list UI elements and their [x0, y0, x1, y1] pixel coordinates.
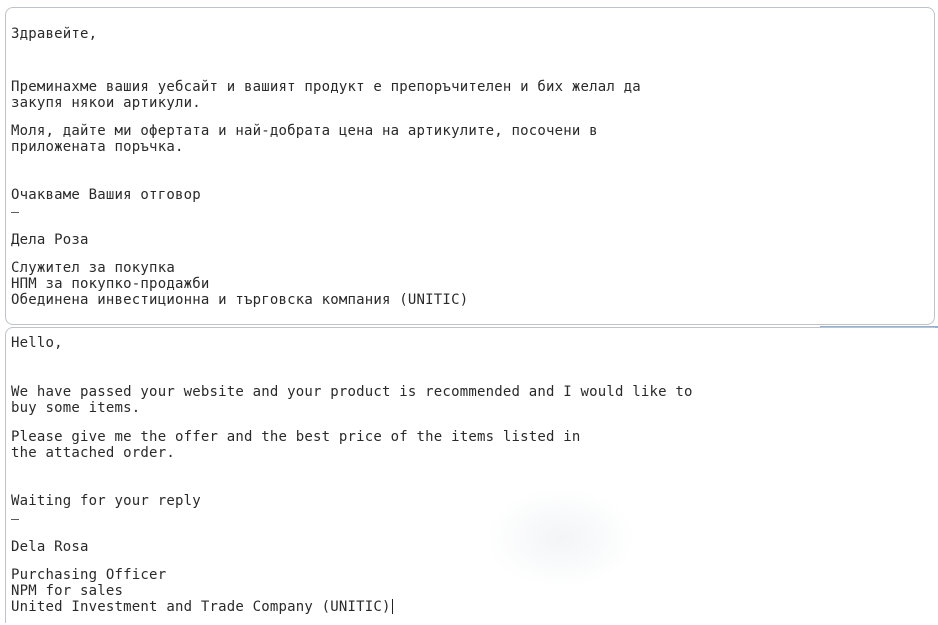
paragraph-2-line-1: Please give me the offer and the best pr…	[11, 429, 581, 445]
bulgarian-message-pane[interactable]: Здравейте, Преминахме вашия уебсайт и ва…	[5, 7, 935, 325]
paragraph-2-line-2: the attached order.	[11, 445, 175, 461]
sender-name: Dela Rosa	[11, 539, 89, 555]
english-message-pane[interactable]: Hello, We have passed your website and y…	[5, 327, 935, 623]
paragraph-1-line-2: buy some items.	[11, 400, 141, 416]
sender-company: Обединена инвестиционна и търговска комп…	[11, 292, 469, 308]
paragraph-1-line-1: Преминахме вашия уебсайт и вашият продук…	[11, 79, 641, 95]
text-cursor	[391, 599, 393, 614]
sender-company: United Investment and Trade Company (UNI…	[11, 599, 391, 615]
closing-text: Waiting for your reply	[11, 493, 201, 509]
greeting-text: Hello,	[11, 335, 63, 351]
sender-department: НПМ за покупко-продажби	[11, 276, 210, 292]
sender-company-line: United Investment and Trade Company (UNI…	[11, 599, 393, 615]
sender-department: NPM for sales	[11, 583, 124, 599]
paragraph-1-line-2: закупя някои артикули.	[11, 95, 201, 111]
paragraph-2-line-1: Моля, дайте ми офертата и най-добрата це…	[11, 123, 598, 139]
sender-title: Служител за покупка	[11, 260, 175, 276]
paragraph-1-line-1: We have passed your website and your pro…	[11, 384, 693, 400]
sender-name: Дела Роза	[11, 232, 89, 248]
closing-text: Очакваме Вашия отговор	[11, 187, 201, 203]
sender-title: Purchasing Officer	[11, 567, 167, 583]
greeting-text: Здравейте,	[11, 26, 98, 42]
background-smudge	[486, 488, 636, 588]
signature-separator	[11, 519, 19, 520]
signature-separator	[11, 212, 19, 213]
paragraph-2-line-2: приложената поръчка.	[11, 139, 184, 155]
